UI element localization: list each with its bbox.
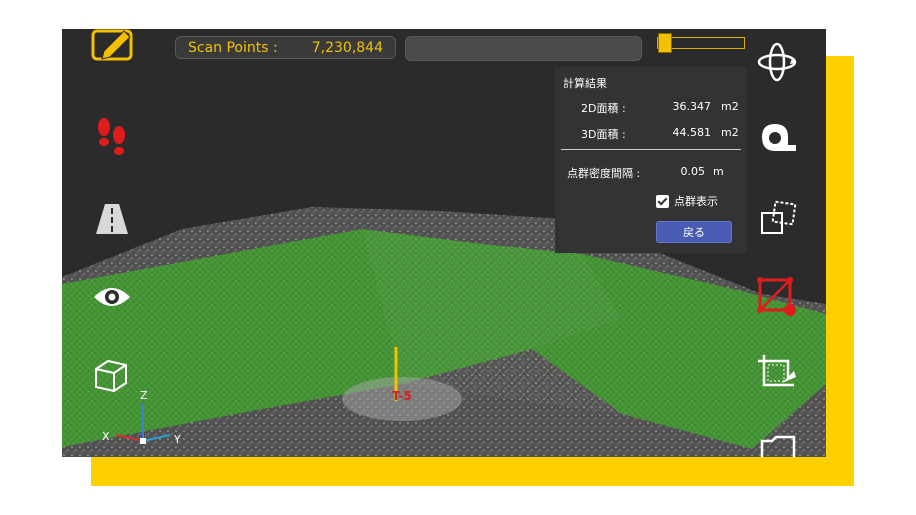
marker-label: T-5 [392,389,412,403]
axis-x-label: X [102,430,110,443]
panel-title: 計算結果 [563,77,607,90]
scan-points-value: 7,230,844 [311,39,383,56]
calculation-result-panel: 計算結果 2D面積 : 36.347 m2 3D面積 : 44.581 m2 点… [555,67,746,253]
area-2d-label: 2D面積 : [581,102,626,115]
axis-y-label: Y [174,433,181,446]
edit-icon[interactable] [90,29,136,63]
folder-icon[interactable] [758,435,798,457]
area-measure-icon[interactable] [756,276,798,318]
point-size-slider[interactable] [657,33,745,53]
orbit-icon[interactable] [756,41,798,83]
cube-icon[interactable] [92,357,130,395]
area-3d-label: 3D面積 : [581,128,626,141]
eye-icon[interactable] [92,282,132,312]
scan-points-display: Scan Points : 7,230,844 [175,36,396,59]
area-2d-unit: m2 [721,100,739,113]
show-points-checkbox[interactable] [656,194,669,208]
area-3d-value: 44.581 [672,126,712,139]
road-icon[interactable] [94,202,130,236]
app-screen[interactable]: T-5 Z X Y Scan Points : 7,230,844 計算結果 2… [62,29,826,457]
back-button[interactable]: 戻る [656,221,732,243]
status-bar [405,36,642,61]
scan-points-label: Scan Points : [188,39,278,56]
transform-icon[interactable] [758,199,798,239]
density-value: 0.05 [680,165,706,178]
density-label: 点群密度間隔 : [567,167,641,180]
show-points-toggle[interactable]: 点群表示 [656,193,718,209]
tape-measure-icon[interactable] [758,121,798,155]
area-2d-value: 36.347 [672,100,712,113]
crop-icon[interactable] [756,353,798,395]
footsteps-icon[interactable] [94,117,130,159]
panel-divider [561,149,741,150]
density-unit: m [713,165,724,178]
area-3d-unit: m2 [721,126,739,139]
axis-z-label: Z [140,389,148,402]
slider-thumb[interactable] [657,33,672,53]
show-points-label: 点群表示 [674,195,718,208]
